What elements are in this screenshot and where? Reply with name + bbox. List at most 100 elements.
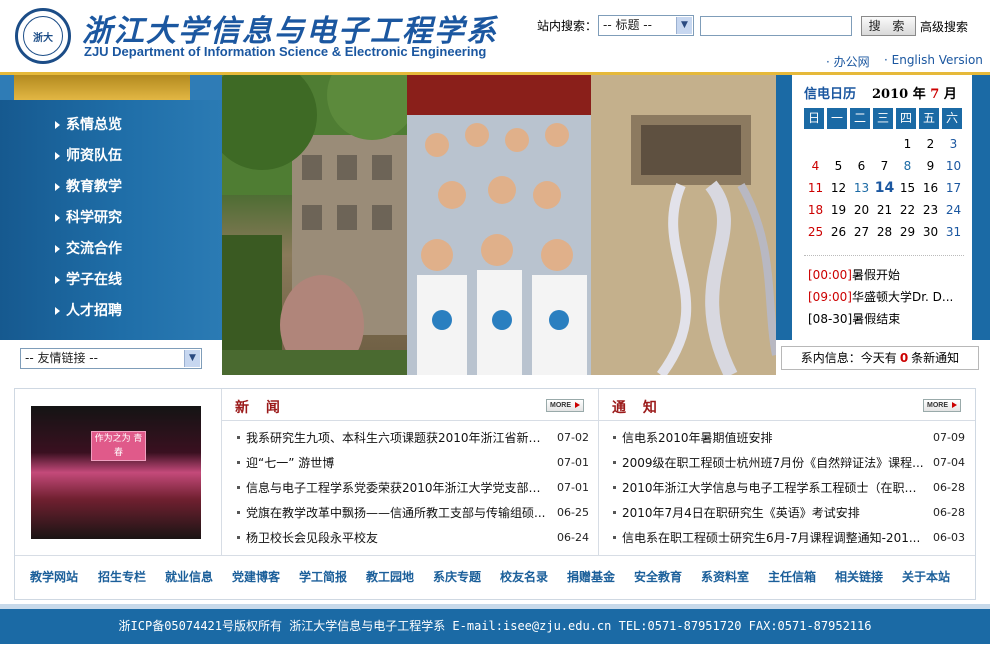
calendar-day[interactable]: 11 <box>804 180 827 196</box>
university-logo[interactable]: 浙大 <box>15 8 71 64</box>
chevron-down-icon[interactable]: ▼ <box>184 350 200 367</box>
calendar-day[interactable]: 6 <box>850 158 873 174</box>
notice-item[interactable]: 信电系2010年暑期值班安排 07-09 <box>613 427 965 447</box>
nav-item-recruitment[interactable]: 人才招聘 <box>55 301 122 321</box>
notice-item-date: 07-04 <box>933 455 965 469</box>
nav-item-faculty[interactable]: 师资队伍 <box>55 146 122 166</box>
notices-more-button[interactable]: MORE <box>923 399 961 412</box>
nav-gold-bar <box>14 75 190 100</box>
calendar-day[interactable]: 23 <box>919 202 942 218</box>
news-more-button[interactable]: MORE <box>546 399 584 412</box>
notice-item[interactable]: 2010年浙江大学信息与电子工程学系工程硕士（在职）招... 06-28 <box>613 477 965 497</box>
calendar-day[interactable]: 4 <box>804 158 827 174</box>
calendar-month-suffix: 月 <box>943 87 957 102</box>
chevron-down-icon[interactable]: ▼ <box>676 17 692 34</box>
calendar-day[interactable]: 10 <box>942 158 965 174</box>
quick-link[interactable]: 安全教育 <box>634 568 682 585</box>
quick-link[interactable]: 教工园地 <box>366 568 414 585</box>
nav-item-students[interactable]: 学子在线 <box>55 270 122 290</box>
quick-links-bar: 教学网站 招生专栏 就业信息 党建博客 学工简报 教工园地 系庆专题 校友名录 … <box>15 555 975 599</box>
news-item[interactable]: 我系研究生九项、本科生六项课题获2010年浙江省新苗... 07-02 <box>237 427 589 447</box>
nav-item-overview[interactable]: 系情总览 <box>55 115 122 135</box>
quick-link[interactable]: 教学网站 <box>30 568 78 585</box>
content-box: 作为之为 青春 新 闻 MORE 通 知 MORE 我系研究生九项、本科生六项课… <box>14 388 976 600</box>
quick-link[interactable]: 就业信息 <box>165 568 213 585</box>
calendar-day[interactable]: 31 <box>942 224 965 240</box>
notice-item-text: 信电系2010年暑期值班安排 <box>622 430 773 445</box>
news-title: 新 闻 <box>235 400 286 416</box>
calendar-day[interactable]: 9 <box>919 158 942 174</box>
notice-item[interactable]: 2009级在职工程硕士杭州班7月份《自然辩证法》课程... 07-04 <box>613 452 965 472</box>
calendar-day[interactable]: 16 <box>919 180 942 196</box>
news-item[interactable]: 杨卫校长会见段永平校友 06-24 <box>237 527 589 547</box>
calendar-day[interactable]: 1 <box>896 136 919 152</box>
english-version-link[interactable]: · English Version <box>884 53 983 67</box>
banner-photo-students <box>407 75 591 375</box>
event-text: 华盛顿大学Dr. D... <box>851 290 954 304</box>
calendar-day[interactable]: 3 <box>942 136 965 152</box>
quick-link[interactable]: 系资料室 <box>701 568 749 585</box>
calendar-day[interactable]: 21 <box>873 202 896 218</box>
calendar-day[interactable]: 26 <box>827 224 850 240</box>
calendar-day[interactable]: 27 <box>850 224 873 240</box>
office-link[interactable]: · 办公网 <box>826 53 870 70</box>
calendar-event[interactable]: [00:00]暑假开始 <box>808 266 900 283</box>
notices-title: 通 知 <box>612 400 663 416</box>
nav-item-exchange[interactable]: 交流合作 <box>55 239 122 259</box>
search-button[interactable]: 搜 索 <box>861 16 916 36</box>
news-item-text: 党旗在教学改革中飘扬——信通所教工支部与传输组硕... <box>246 505 546 520</box>
news-item-date: 07-01 <box>557 455 589 469</box>
advanced-search-link[interactable]: 高级搜索 <box>920 18 968 35</box>
quick-link[interactable]: 党建博客 <box>232 568 280 585</box>
calendar-day[interactable]: 14 <box>873 180 896 196</box>
quick-link[interactable]: 主任信箱 <box>768 568 816 585</box>
calendar-title: 信电日历 <box>804 87 857 102</box>
calendar-day[interactable]: 28 <box>873 224 896 240</box>
calendar-day[interactable]: 18 <box>804 202 827 218</box>
news-item[interactable]: 党旗在教学改革中飘扬——信通所教工支部与传输组硕... 06-25 <box>237 502 589 522</box>
nav-item-research[interactable]: 科学研究 <box>55 208 122 228</box>
calendar-day[interactable]: 2 <box>919 136 942 152</box>
calendar-widget: 信电日历 2010 年 7 月 日 一 二 三 四 五 六 1234567891… <box>776 75 990 340</box>
calendar-day[interactable]: 25 <box>804 224 827 240</box>
notice-item[interactable]: 信电系在职工程硕士研究生6月-7月课程调整通知-201... 06-03 <box>613 527 965 547</box>
search-input[interactable] <box>700 16 852 36</box>
calendar-day[interactable]: 29 <box>896 224 919 240</box>
quick-link[interactable]: 系庆专题 <box>433 568 481 585</box>
calendar-day[interactable]: 24 <box>942 202 965 218</box>
calendar-day[interactable]: 7 <box>873 158 896 174</box>
calendar-day[interactable]: 5 <box>827 158 850 174</box>
calendar-day[interactable]: 17 <box>942 180 965 196</box>
search-label: 站内搜索： <box>537 19 598 33</box>
calendar-day[interactable]: 30 <box>919 224 942 240</box>
news-photo[interactable]: 作为之为 青春 <box>31 406 201 539</box>
calendar-day[interactable]: 12 <box>827 180 850 196</box>
quick-link[interactable]: 学工简报 <box>299 568 347 585</box>
calendar-month-label: 2010 年 7 月 <box>872 83 957 102</box>
quick-link[interactable]: 校友名录 <box>500 568 548 585</box>
calendar-day[interactable]: 20 <box>850 202 873 218</box>
event-time: [00:00] <box>808 268 852 282</box>
quick-link[interactable]: 捐赠基金 <box>567 568 615 585</box>
calendar-day[interactable]: 19 <box>827 202 850 218</box>
department-notice-box[interactable]: 系内信息：今天有 0 条新通知 <box>781 346 979 370</box>
column-divider <box>598 389 599 555</box>
calendar-day[interactable]: 13 <box>850 180 873 196</box>
calendar-day[interactable]: 15 <box>896 180 919 196</box>
quick-link[interactable]: 招生专栏 <box>98 568 146 585</box>
news-item[interactable]: 迎“七一” 游世博 07-01 <box>237 452 589 472</box>
quick-link[interactable]: 相关链接 <box>835 568 883 585</box>
friend-links-select[interactable]: -- 友情链接 -- ▼ <box>20 348 202 369</box>
quick-link[interactable]: 关于本站 <box>902 568 950 585</box>
search-field-select[interactable]: -- 标题 -- ▼ <box>598 15 694 36</box>
students-photo-art <box>407 75 591 375</box>
news-item[interactable]: 信息与电子工程学系党委荣获2010年浙江大学党支部建... 07-01 <box>237 477 589 497</box>
calendar-event[interactable]: [09:00]华盛顿大学Dr. D... <box>808 288 953 305</box>
calendar-day[interactable]: 22 <box>896 202 919 218</box>
nav-item-education[interactable]: 教育教学 <box>55 177 122 197</box>
calendar-day[interactable]: 8 <box>896 158 919 174</box>
weekday-header: 一 <box>827 108 847 129</box>
notice-item[interactable]: 2010年7月4日在职研究生《英语》考试安排 06-28 <box>613 502 965 522</box>
calendar-event[interactable]: [08-30]暑假结束 <box>808 310 900 327</box>
event-text: 暑假开始 <box>851 268 900 282</box>
